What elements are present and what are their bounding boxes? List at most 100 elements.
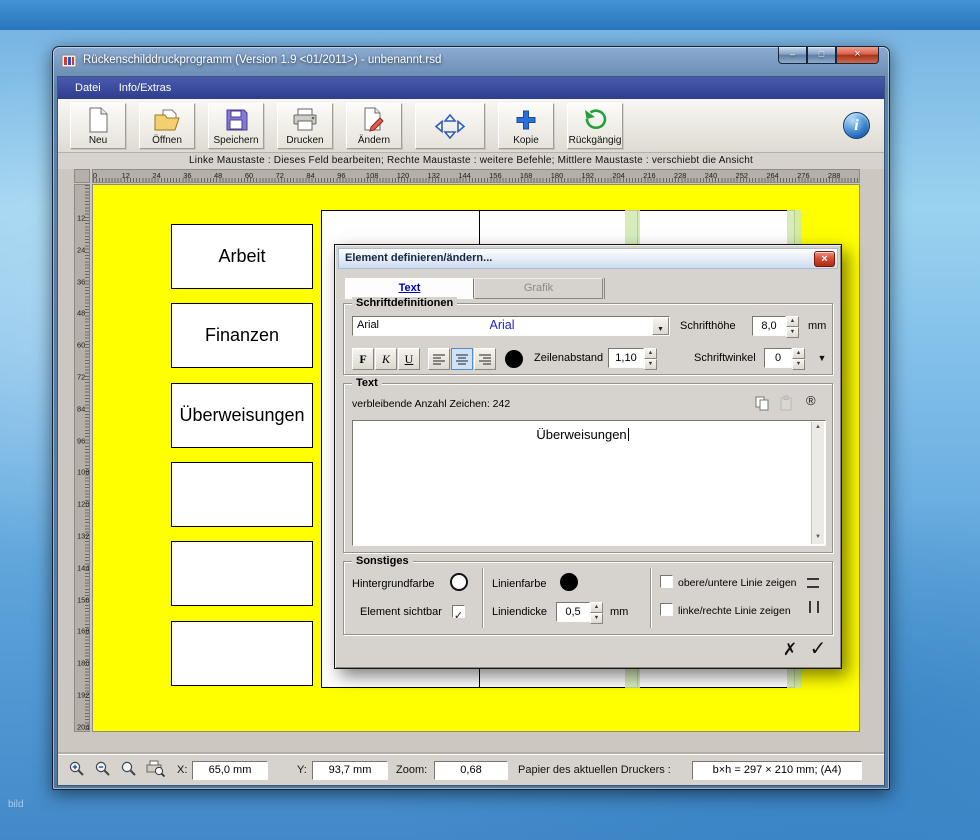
ruler-number: 156 [77,595,90,604]
underline-label: U [405,352,414,366]
window-title: Rückenschilddruckprogramm (Version 1.9 <… [83,54,441,66]
copy-pages-icon[interactable] [754,395,772,413]
ruler-number: 156 [489,171,502,180]
font-dropdown-button[interactable]: ▼ [652,317,669,335]
canvas-label-box[interactable]: Finanzen [171,303,313,368]
ruler-number: 216 [643,171,656,180]
ruler-number: 0 [93,171,97,180]
zeilenabstand-value[interactable]: 1,10 [608,348,644,368]
minimize-button[interactable]: – [778,47,807,64]
spin-up-icon[interactable]: ▲ [792,348,805,359]
canvas-label-box[interactable] [171,541,313,606]
italic-button[interactable]: K [375,348,397,370]
statusbar-tools [66,760,165,781]
textarea-scrollbar[interactable]: ▲ ▼ [811,422,824,544]
liniendicke-value[interactable]: 0,5 [556,602,590,622]
paste-icon[interactable] [778,395,796,413]
statusbar-print-preview-button[interactable] [144,760,165,781]
align-left-button[interactable] [428,348,450,370]
canvas-label-box[interactable] [171,462,313,527]
schriftwinkel-value[interactable]: 0 [764,348,792,368]
underline-button[interactable]: U [398,348,420,370]
align-center-button[interactable] [451,348,473,370]
status-bar: X: 65,0 mm Y: 93,7 mm Zoom: 0,68 Papier … [58,754,884,785]
linke-rechte-linie-label: linke/rechte Linie zeigen [678,605,791,617]
linienfarbe-label: Linienfarbe [492,578,546,590]
y-label: Y: [297,764,307,776]
copy-plus-icon [514,107,538,134]
text-content-area[interactable]: Überweisungen ▲ ▼ [352,420,826,546]
toolbar-hint: Linke Maustaste : Dieses Feld bearbeiten… [58,153,884,169]
font-color-button[interactable] [505,350,523,368]
y-field: 93,7 mm [312,761,388,780]
tab-divider [604,278,605,299]
schrifthoehe-value[interactable]: 8,0 [752,316,786,336]
maximize-button[interactable]: □ [807,47,836,64]
tab-text[interactable]: Text [345,278,474,299]
statusbar-zoom-out-button[interactable] [92,760,113,781]
toolbar-drucken-button[interactable]: Drucken [277,103,333,149]
window-titlebar[interactable]: Rückenschilddruckprogramm (Version 1.9 <… [53,47,889,76]
group-divider [482,568,483,628]
spin-up-icon[interactable]: ▲ [786,316,799,327]
font-combobox[interactable]: Arial Arial ▼ [352,316,670,336]
dialog-titlebar[interactable]: Element definieren/ändern... × [338,248,838,269]
close-button[interactable]: × [836,47,879,64]
spin-down-icon[interactable]: ▼ [786,327,799,338]
linke-rechte-linie-checkbox[interactable] [660,603,673,616]
toolbar-rueckgaengig-button[interactable]: Rückgängig [567,103,623,149]
toolbar-aendern-button[interactable]: Ändern [346,103,402,149]
zoom-field[interactable]: 0,68 [434,761,508,780]
element-sichtbar-checkbox[interactable]: ✓ [452,605,465,618]
group-text: Text verbleibende Anzahl Zeichen: 242 ® … [343,383,833,553]
spin-up-icon[interactable]: ▲ [590,602,603,613]
left-right-lines-icon [808,600,826,618]
hintergrundfarbe-label: Hintergrundfarbe [352,578,435,590]
align-right-button[interactable] [474,348,496,370]
chevron-down-icon: ▼ [657,326,664,333]
obere-untere-linie-checkbox[interactable] [660,575,673,588]
cancel-button[interactable]: ✗ [777,638,803,664]
canvas-label-box[interactable] [171,621,313,686]
statusbar-zoom-in-button[interactable] [66,760,87,781]
ruler-number: 168 [77,627,90,636]
cancel-icon: ✗ [783,640,797,659]
zoom-icon [120,760,137,782]
element-dialog: Element definieren/ändern... × Text Graf… [334,244,842,669]
toolbar-kopie-button[interactable]: Kopie [498,103,554,149]
ruler-number: 24 [77,245,85,254]
toolbar-speichern-button[interactable]: Speichern [208,103,264,149]
obere-untere-linie-label: obere/untere Linie zeigen [678,577,797,589]
group-title: Schriftdefinitionen [352,297,457,309]
ok-button[interactable]: ✓ [805,636,831,662]
canvas-label-box[interactable]: Arbeit [171,224,313,289]
dialog-close-button[interactable]: × [814,251,835,267]
liniendicke-unit: mm [610,606,628,618]
toolbar-verschieben-button[interactable] [415,103,485,149]
font-preview: Arial [353,318,651,332]
ruler-number: 72 [276,171,284,180]
paper-field: b×h = 297 × 210 mm; (A4) [692,761,862,780]
registered-symbol-button[interactable]: ® [806,393,816,408]
schriftwinkel-dropdown-button[interactable]: ▼ [814,350,830,366]
tab-grafik[interactable]: Grafik [474,278,603,299]
spin-down-icon[interactable]: ▼ [644,359,657,370]
menu-item-info-extras[interactable]: Info/Extras [110,79,181,97]
ruler-number: 72 [77,373,85,382]
toolbar-neu-button[interactable]: Neu [70,103,126,149]
scroll-down-icon[interactable]: ▼ [812,532,824,544]
menu-item-datei[interactable]: Datei [66,79,110,97]
bold-button[interactable]: F [352,348,374,370]
toolbar-oeffnen-button[interactable]: Öffnen [139,103,195,149]
hintergrundfarbe-button[interactable] [450,573,468,591]
info-button[interactable]: i [843,112,870,139]
zoom-in-icon [68,760,85,782]
ruler-number: 252 [736,171,749,180]
scroll-up-icon[interactable]: ▲ [812,422,824,434]
canvas-label-box[interactable]: Überweisungen [171,383,313,448]
spin-down-icon[interactable]: ▼ [792,359,805,370]
linienfarbe-button[interactable] [560,573,578,591]
spin-down-icon[interactable]: ▼ [590,613,603,624]
spin-up-icon[interactable]: ▲ [644,348,657,359]
statusbar-zoom-reset-button[interactable] [118,760,139,781]
